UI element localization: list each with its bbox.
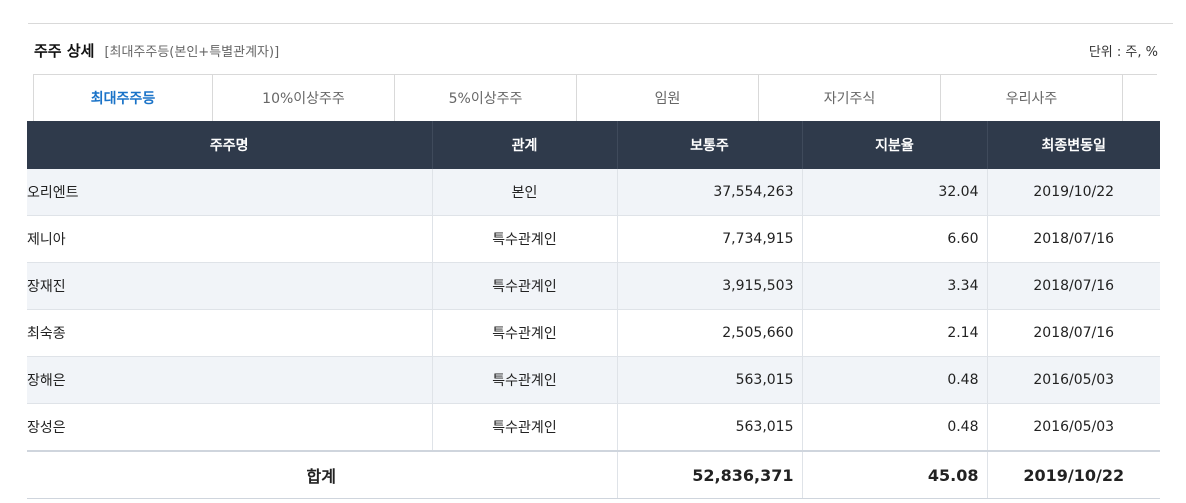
tab-treasury-stock[interactable]: 자기주식: [759, 75, 941, 121]
total-date: 2019/10/22: [987, 450, 1160, 499]
column-header-relation: 관계: [432, 121, 618, 169]
table-row: 장성은 특수관계인 563,015 0.48 2016/05/03: [27, 403, 1160, 452]
tab-5-percent-shareholders[interactable]: 5%이상주주: [395, 75, 577, 121]
tab-executives[interactable]: 임원: [577, 75, 759, 121]
date-cell: 2018/07/16: [987, 262, 1160, 310]
shares-cell: 563,015: [617, 403, 803, 452]
ratio-cell: 0.48: [802, 403, 988, 452]
date-cell: 2016/05/03: [987, 356, 1160, 404]
shareholder-name: 최숙종: [27, 309, 433, 357]
relation-cell: 특수관계인: [432, 356, 618, 404]
shares-cell: 563,015: [617, 356, 803, 404]
shares-cell: 37,554,263: [617, 169, 803, 216]
ratio-cell: 2.14: [802, 309, 988, 357]
column-header-last-change-date: 최종변동일: [987, 121, 1160, 169]
tab-largest-shareholders[interactable]: 최대주주등: [33, 75, 213, 121]
column-header-ownership-ratio: 지분율: [802, 121, 988, 169]
table-row: 최숙종 특수관계인 2,505,660 2.14 2018/07/16: [27, 309, 1160, 357]
column-header-name: 주주명: [27, 121, 433, 169]
ratio-cell: 6.60: [802, 215, 988, 263]
shareholder-name: 제니아: [27, 215, 433, 263]
shares-cell: 2,505,660: [617, 309, 803, 357]
date-cell: 2018/07/16: [987, 309, 1160, 357]
total-shares: 52,836,371: [617, 450, 803, 499]
unit-label: 단위 : 주, %: [1088, 45, 1158, 60]
ratio-cell: 3.34: [802, 262, 988, 310]
relation-cell: 특수관계인: [432, 403, 618, 452]
shareholder-name: 장성은: [27, 403, 433, 452]
table-header-row: 주주명 관계 보통주 지분율 최종변동일: [27, 121, 1160, 169]
panel-title: 주주 상세: [34, 41, 95, 60]
date-cell: 2016/05/03: [987, 403, 1160, 452]
shareholder-detail-panel: 주주 상세 [최대주주등(본인+특별관계자)] 단위 : 주, % 최대주주등 …: [0, 0, 1186, 503]
shareholder-name: 장해은: [27, 356, 433, 404]
shareholder-name: 장재진: [27, 262, 433, 310]
shareholder-name: 오리엔트: [27, 169, 433, 216]
date-cell: 2019/10/22: [987, 169, 1160, 216]
total-row: 합계 52,836,371 45.08 2019/10/22: [27, 450, 1160, 499]
panel-header: 주주 상세 [최대주주등(본인+특별관계자)] 단위 : 주, %: [34, 38, 1164, 62]
ratio-cell: 32.04: [802, 169, 988, 216]
panel-subtitle: [최대주주등(본인+특별관계자)]: [104, 44, 280, 60]
relation-cell: 특수관계인: [432, 262, 618, 310]
table-row: 장해은 특수관계인 563,015 0.48 2016/05/03: [27, 356, 1160, 404]
shares-cell: 3,915,503: [617, 262, 803, 310]
ratio-cell: 0.48: [802, 356, 988, 404]
tab-10-percent-shareholders[interactable]: 10%이상주주: [213, 75, 395, 121]
shares-cell: 7,734,915: [617, 215, 803, 263]
table-row: 장재진 특수관계인 3,915,503 3.34 2018/07/16: [27, 262, 1160, 310]
shareholder-table: 주주명 관계 보통주 지분율 최종변동일 오리엔트 본인 37,554,263 …: [27, 121, 1160, 499]
relation-cell: 특수관계인: [432, 309, 618, 357]
total-label: 합계: [27, 450, 618, 499]
relation-cell: 특수관계인: [432, 215, 618, 263]
table-row: 오리엔트 본인 37,554,263 32.04 2019/10/22: [27, 169, 1160, 216]
shareholder-tabs: 최대주주등 10%이상주주 5%이상주주 임원 자기주식 우리사주: [33, 74, 1157, 121]
total-ratio: 45.08: [802, 450, 988, 499]
tab-employee-stock[interactable]: 우리사주: [941, 75, 1123, 121]
date-cell: 2018/07/16: [987, 215, 1160, 263]
column-header-common-shares: 보통주: [617, 121, 803, 169]
top-divider: [28, 23, 1173, 24]
table-row: 제니아 특수관계인 7,734,915 6.60 2018/07/16: [27, 215, 1160, 263]
relation-cell: 본인: [432, 169, 618, 216]
